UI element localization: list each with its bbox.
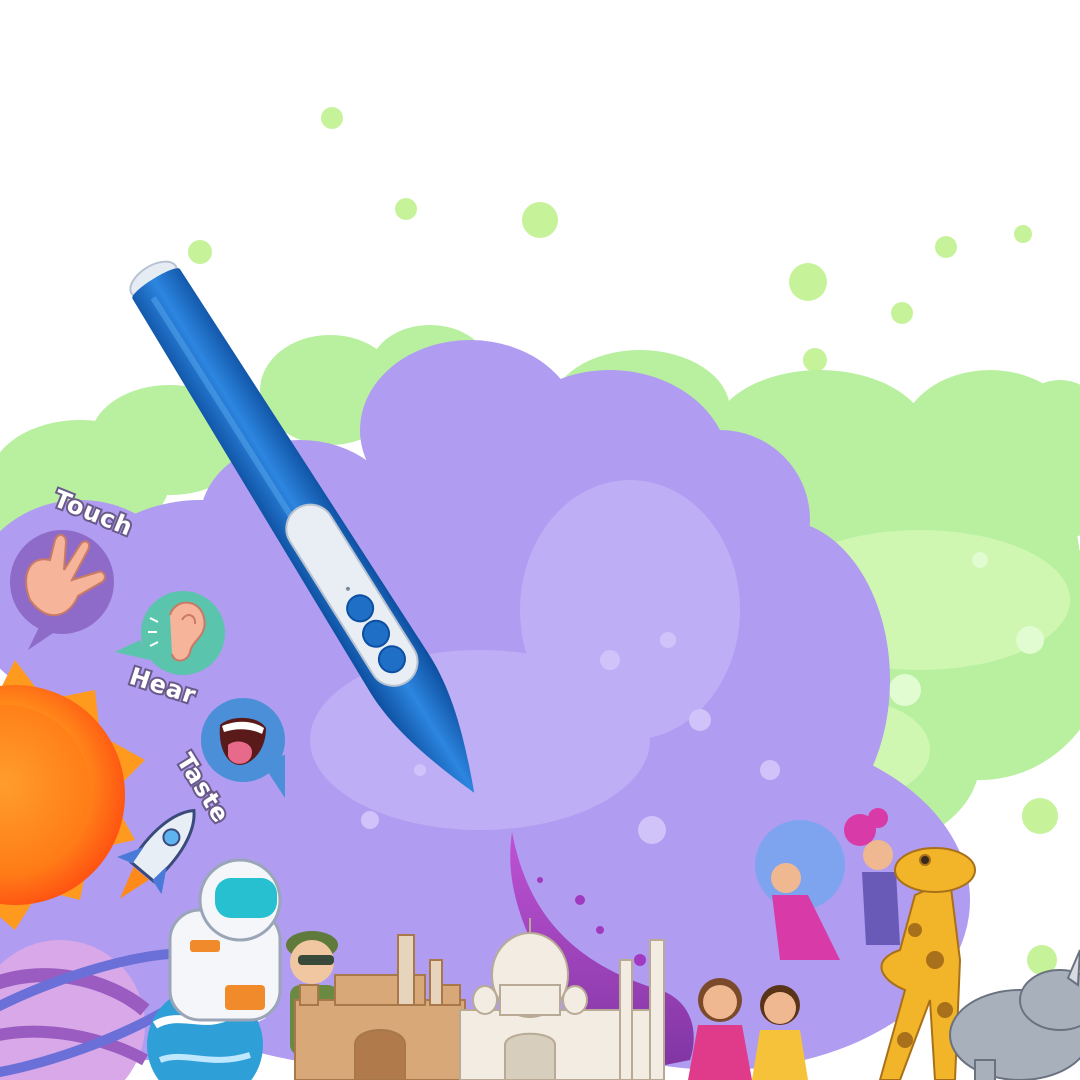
rhino-icon [949,949,1080,1080]
illustration: Touch Hear Taste [0,107,1080,1080]
scene: Touch Hear Taste [0,0,1080,1080]
